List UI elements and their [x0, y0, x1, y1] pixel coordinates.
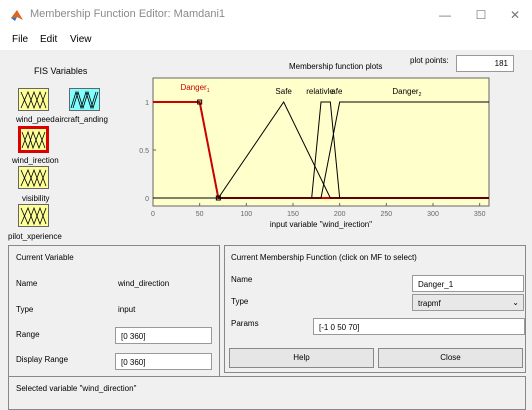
x-tick-label: 300 — [427, 211, 439, 218]
cv-name-value: wind_direction — [118, 279, 170, 288]
cv-range-label: Range — [16, 330, 40, 339]
plot-background — [152, 77, 490, 207]
var-label-pilot-experience: pilot_xperience — [8, 232, 62, 241]
cv-display-range-label: Display Range — [16, 355, 69, 364]
mf-type-select[interactable]: trapmf ⌄ — [412, 294, 524, 311]
var-pilot-experience-icon[interactable] — [18, 204, 49, 227]
mf-params-label: Params — [231, 319, 259, 328]
plot-points-label: plot points: — [410, 56, 449, 65]
chevron-down-icon: ⌄ — [512, 298, 519, 307]
mf-label: relativle — [306, 87, 334, 96]
menu-edit[interactable]: Edit — [40, 34, 57, 45]
plot-points-input[interactable]: 181 — [456, 55, 514, 72]
x-tick-label: 200 — [334, 211, 346, 218]
maximize-button[interactable]: ☐ — [464, 4, 498, 26]
x-tick-label: 100 — [240, 211, 252, 218]
mf-name-input[interactable]: Danger_1 — [412, 275, 524, 292]
menu-file[interactable]: File — [12, 34, 28, 45]
x-tick-label: 250 — [380, 211, 392, 218]
mf-type-value: trapmf — [418, 299, 441, 308]
matlab-icon — [11, 10, 23, 21]
var-label-wind-speed: wind_peed — [16, 115, 55, 124]
current-variable-title: Current Variable — [16, 253, 74, 262]
mf-name-label: Name — [231, 275, 253, 284]
x-tick-label: 350 — [474, 211, 486, 218]
mf-type-label: Type — [231, 297, 249, 306]
var-label-visibility: visibility — [22, 194, 50, 203]
plot-title: Membership function plots — [289, 62, 383, 71]
var-aircraft-landing-icon[interactable] — [69, 88, 100, 111]
cv-type-value: input — [118, 305, 136, 314]
var-visibility-icon[interactable] — [18, 166, 49, 189]
mf-label: Safe — [275, 87, 292, 96]
mf-params-input[interactable]: [-1 0 50 70] — [313, 318, 525, 335]
cv-type-label: Type — [16, 305, 34, 314]
y-tick-label: 1 — [145, 100, 149, 107]
x-tick-label: 150 — [287, 211, 299, 218]
var-wind-direction-icon[interactable] — [18, 126, 49, 153]
cv-name-label: Name — [16, 279, 38, 288]
status-text: Selected variable "wind_direction" — [16, 384, 137, 393]
y-tick-label: 0 — [145, 196, 149, 203]
membership-function-plot[interactable]: 0 50 100 150 200 250 300 35000.51 Danger1 Safe re… — [128, 74, 528, 244]
display-range-input[interactable]: [0 360] — [115, 353, 212, 370]
y-tick-label: 0.5 — [139, 148, 149, 155]
x-axis-label: input variable "wind_irection" — [270, 220, 372, 229]
var-wind-speed-icon[interactable] — [18, 88, 49, 111]
help-button[interactable]: Help — [229, 348, 374, 368]
var-label-wind-direction: wind_irection — [12, 156, 59, 165]
var-label-aircraft-landing: aircraft_anding — [55, 115, 108, 124]
range-input[interactable]: [0 360] — [115, 327, 212, 344]
close-button[interactable]: Close — [378, 348, 523, 368]
mf-label: afe — [331, 87, 343, 96]
x-tick-label: 50 — [196, 211, 204, 218]
fis-variables-label: FIS Variables — [34, 66, 88, 76]
close-window-button[interactable]: ✕ — [498, 4, 532, 26]
current-mf-title: Current Membership Function (click on MF… — [231, 253, 417, 262]
window-title: Membership Function Editor: Mamdani1 — [30, 8, 226, 20]
status-bar — [8, 376, 526, 410]
menu-view[interactable]: View — [70, 34, 92, 45]
x-tick-label: 0 — [151, 211, 155, 218]
minimize-button[interactable]: — — [428, 4, 462, 26]
